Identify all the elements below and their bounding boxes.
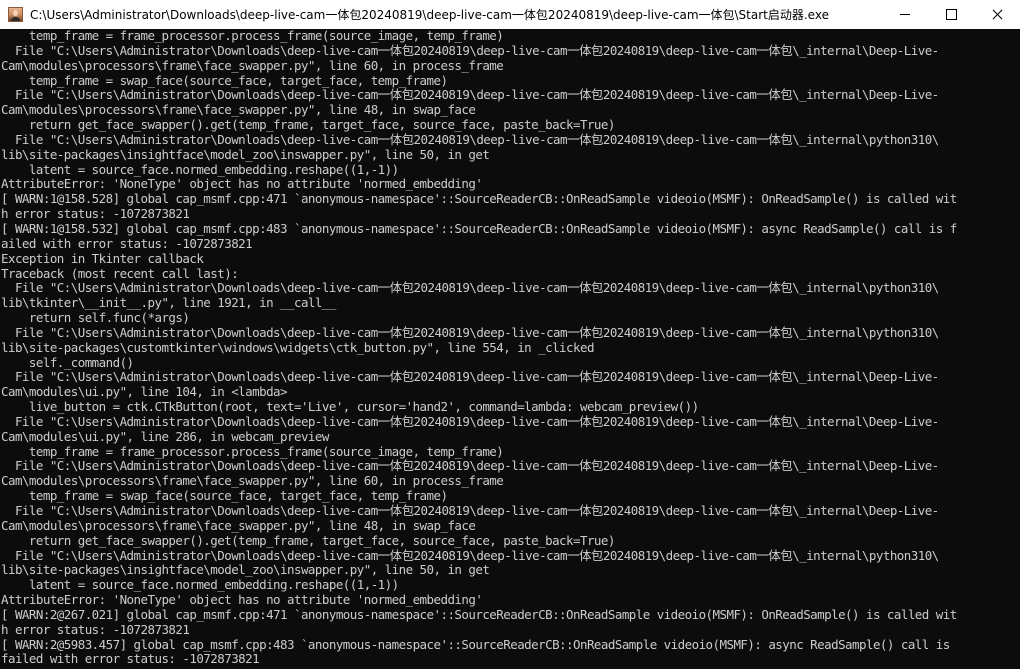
console-line: File "C:\Users\Administrator\Downloads\d…: [1, 324, 939, 340]
console-line: File "C:\Users\Administrator\Downloads\d…: [1, 369, 939, 385]
console-line: failed with error status: -1072873821: [1, 651, 260, 667]
window-controls: [882, 0, 1020, 29]
console-line: Cam\modules\ui.py", line 286, in webcam_…: [1, 428, 329, 444]
close-button[interactable]: [974, 0, 1020, 29]
console-line: live_button = ctk.CTkButton(root, text='…: [1, 399, 699, 415]
console-line: File "C:\Users\Administrator\Downloads\d…: [1, 458, 939, 474]
console-line: lib\site-packages\customtkinter\windows\…: [1, 339, 594, 355]
console-line: [ WARN:2@267.021] global cap_msmf.cpp:47…: [1, 606, 957, 622]
maximize-icon: [945, 9, 957, 20]
console-line: Cam\modules\ui.py", line 104, in <lambda…: [1, 384, 288, 400]
console-line: [ WARN:1@158.532] global cap_msmf.cpp:48…: [1, 220, 957, 236]
close-icon: [992, 10, 1002, 20]
console-line: return get_face_swapper().get(temp_frame…: [1, 532, 616, 548]
console-line: lib\site-packages\insightface\model_zoo\…: [1, 562, 490, 578]
console-line: latent = source_face.normed_embedding.re…: [1, 161, 399, 177]
console-line: lib\tkinter\__init__.py", line 1921, in …: [1, 295, 336, 311]
console-line: lib\site-packages\insightface\model_zoo\…: [1, 146, 490, 162]
console-line: AttributeError: 'NoneType' object has no…: [1, 592, 483, 608]
console-line: File "C:\Users\Administrator\Downloads\d…: [1, 87, 939, 103]
console-line: File "C:\Users\Administrator\Downloads\d…: [1, 280, 939, 296]
console-line: Exception in Tkinter callback: [1, 250, 204, 266]
console-line: [ WARN:2@5983.457] global cap_msmf.cpp:4…: [1, 636, 957, 652]
maximize-button[interactable]: [928, 0, 974, 29]
console-line: AttributeError: 'NoneType' object has no…: [1, 176, 483, 192]
console-line: Cam\modules\processors\frame\face_swappe…: [1, 102, 476, 118]
console-line: temp_frame = swap_face(source_face, targ…: [1, 488, 448, 504]
console-line: h error status: -1072873821: [1, 206, 190, 222]
console-line: return self.func(*args): [1, 310, 190, 326]
console-line: self._command(): [1, 354, 134, 370]
console-line: File "C:\Users\Administrator\Downloads\d…: [1, 547, 939, 563]
console-line: temp_frame = swap_face(source_face, targ…: [1, 72, 448, 88]
console-line: File "C:\Users\Administrator\Downloads\d…: [1, 413, 939, 429]
console-line: temp_frame = frame_processor.process_fra…: [1, 29, 504, 43]
app-icon: [8, 7, 23, 22]
console-line: File "C:\Users\Administrator\Downloads\d…: [1, 131, 939, 147]
console-line: h error status: -1072873821: [1, 621, 190, 637]
title-bar[interactable]: C:\Users\Administrator\Downloads\deep-li…: [0, 0, 1020, 29]
console-line: Cam\modules\processors\frame\face_swappe…: [1, 473, 504, 489]
console-line: Cam\modules\processors\frame\face_swappe…: [1, 517, 476, 533]
console-window: C:\Users\Administrator\Downloads\deep-li…: [0, 0, 1020, 669]
console-output[interactable]: temp_frame = frame_processor.process_fra…: [0, 29, 1020, 669]
console-line: ailed with error status: -1072873821: [1, 235, 253, 251]
console-line: Cam\modules\processors\frame\face_swappe…: [1, 57, 504, 73]
console-line: File "C:\Users\Administrator\Downloads\d…: [1, 503, 939, 518]
console-line: temp_frame = frame_processor.process_fra…: [1, 443, 504, 459]
console-line: [ WARN:1@158.528] global cap_msmf.cpp:47…: [1, 191, 957, 207]
console-line: return get_face_swapper().get(temp_frame…: [1, 117, 616, 133]
console-line: Traceback (most recent call last):: [1, 265, 239, 281]
window-title: C:\Users\Administrator\Downloads\deep-li…: [30, 8, 829, 22]
minimize-icon: [900, 14, 910, 15]
console-line: latent = source_face.normed_embedding.re…: [1, 577, 399, 593]
console-line: File "C:\Users\Administrator\Downloads\d…: [1, 42, 939, 58]
minimize-button[interactable]: [882, 0, 928, 29]
